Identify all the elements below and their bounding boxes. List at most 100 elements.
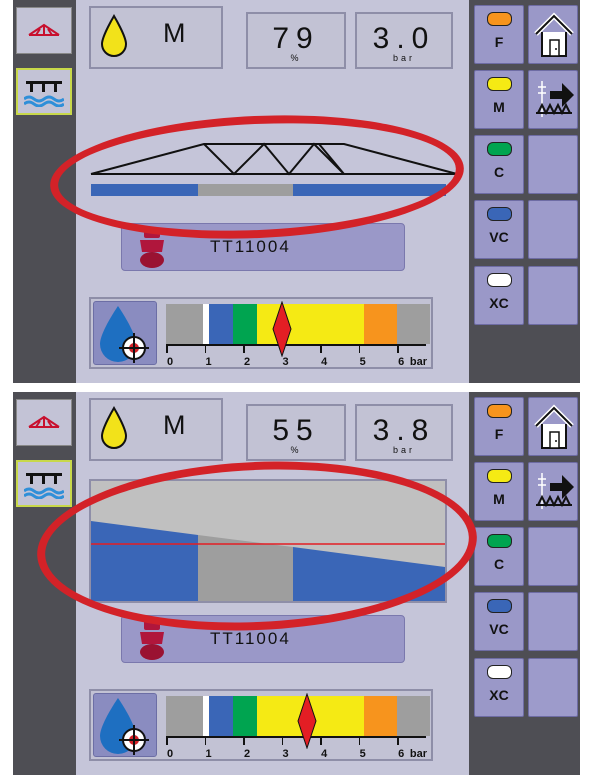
droplet-icon xyxy=(100,406,128,449)
class-f-color-swatch xyxy=(487,12,512,26)
scale-tick-label: 2 xyxy=(244,356,251,368)
boom-section-center[interactable] xyxy=(198,184,293,196)
pressure-target-button[interactable] xyxy=(93,693,157,757)
scale-tick-label: 1 xyxy=(205,356,212,368)
empty-button[interactable] xyxy=(528,200,578,259)
right-button-panel: F M C VC XC xyxy=(472,0,580,383)
pressure-box: 3.0 bar xyxy=(355,12,453,69)
pressure-zone xyxy=(364,696,398,736)
right-button-panel: F M C VC XC xyxy=(472,392,580,775)
nozzle-name: TT11004 xyxy=(210,629,291,648)
scale-tick-label: 5 xyxy=(359,748,366,760)
coverage-sections xyxy=(91,521,445,601)
rate-mode-box[interactable]: M xyxy=(89,6,223,69)
screen-boom-view: M 79 % 3.0 bar TT11004 0 1 2 3 4 5 6 bar… xyxy=(13,0,580,383)
nozzle-class-m-button[interactable]: M xyxy=(474,70,524,129)
nozzle-selector-button[interactable]: TT11004 xyxy=(121,223,405,271)
nozzle-class-vc-button[interactable]: VC xyxy=(474,592,524,651)
nozzle-class-c-button[interactable]: C xyxy=(474,135,524,194)
scale-tick-mark xyxy=(243,736,245,745)
scale-tick-mark xyxy=(397,344,399,353)
nozzle-class-vc-button[interactable]: VC xyxy=(474,200,524,259)
scale-tick-mark xyxy=(320,344,322,353)
nozzle-spray-button[interactable] xyxy=(16,460,72,507)
empty-button[interactable] xyxy=(528,266,578,325)
empty-button[interactable] xyxy=(528,658,578,717)
rate-mode-label: M xyxy=(163,410,186,440)
class-vc-color-swatch xyxy=(487,207,512,221)
empty-button[interactable] xyxy=(528,527,578,586)
boom-outline-button[interactable] xyxy=(16,7,72,54)
spray-nozzles-icon xyxy=(24,80,64,107)
nozzle-class-xc-button[interactable]: XC xyxy=(474,658,524,717)
empty-button[interactable] xyxy=(528,135,578,194)
rate-percent-unit: % xyxy=(290,53,302,63)
class-f-color-swatch xyxy=(487,404,512,418)
scale-tick-label: 0 xyxy=(166,748,174,760)
pressure-zone xyxy=(209,696,234,736)
scale-unit-label: bar xyxy=(409,748,427,760)
class-f-label: F xyxy=(494,426,504,442)
scale-tick-mark xyxy=(204,344,207,353)
scale-tick-mark xyxy=(166,736,168,745)
home-button[interactable] xyxy=(528,397,578,456)
scale-tick-mark xyxy=(320,736,322,745)
pressure-target-button[interactable] xyxy=(93,301,157,365)
pressure-zone xyxy=(397,304,430,344)
scale-unit-label: bar xyxy=(409,356,427,368)
home-icon xyxy=(534,404,574,449)
pressure-scale-panel: 0 1 2 3 4 5 6 bar xyxy=(89,297,433,369)
scale-tick-mark xyxy=(358,736,361,745)
class-c-color-swatch xyxy=(487,534,512,548)
class-c-label: C xyxy=(493,164,505,180)
pressure-zone xyxy=(233,304,257,344)
scale-tick-mark xyxy=(397,736,399,745)
screen-coverage-view: M 55 % 3.8 bar TT11004 0 1 2 3 4 5 6 bar… xyxy=(13,392,580,775)
class-m-color-swatch xyxy=(487,77,512,91)
boom-outline-button[interactable] xyxy=(16,399,72,446)
scale-tick-label: 3 xyxy=(282,748,289,760)
empty-button[interactable] xyxy=(528,592,578,651)
nozzle-class-c-button[interactable]: C xyxy=(474,527,524,586)
boom-section-left[interactable] xyxy=(91,184,198,196)
pressure-scale-bar: 0 1 2 3 4 5 6 bar xyxy=(162,691,432,761)
home-icon xyxy=(534,12,574,57)
rate-percent-value: 55 xyxy=(272,414,320,447)
boom-outline-icon xyxy=(28,415,60,428)
boom-section-right[interactable] xyxy=(293,184,446,196)
nozzle-class-m-button[interactable]: M xyxy=(474,462,524,521)
scale-tick-label: 0 xyxy=(166,356,174,368)
pressure-unit: bar xyxy=(392,445,415,455)
scale-tick-label: 6 xyxy=(398,356,405,368)
class-vc-label: VC xyxy=(489,621,509,637)
main-panel: M 55 % 3.8 bar TT11004 0 1 2 3 4 5 6 bar xyxy=(76,392,469,775)
class-xc-color-swatch xyxy=(487,665,512,679)
nozzle-class-f-button[interactable]: F xyxy=(474,397,524,456)
boom-advance-button[interactable] xyxy=(528,462,578,521)
pressure-scale-panel: 0 1 2 3 4 5 6 bar xyxy=(89,689,433,761)
nozzle-spray-button[interactable] xyxy=(16,68,72,115)
nozzle-tip-icon xyxy=(140,620,164,660)
scale-tick-mark xyxy=(166,344,168,353)
class-vc-label: VC xyxy=(489,229,509,245)
scale-tick-label: 6 xyxy=(398,748,405,760)
pressure-zone xyxy=(166,304,203,344)
coverage-graph xyxy=(89,479,447,603)
scale-tick-mark xyxy=(358,344,361,353)
rate-mode-box[interactable]: M xyxy=(89,398,223,461)
rate-percent-box: 79 % xyxy=(246,12,346,69)
boom-arrow-icon xyxy=(536,81,574,117)
rate-mode-label: M xyxy=(163,18,186,48)
pressure-scale-bar: 0 1 2 3 4 5 6 bar xyxy=(162,299,432,369)
nozzle-class-xc-button[interactable]: XC xyxy=(474,266,524,325)
nozzle-class-f-button[interactable]: F xyxy=(474,5,524,64)
home-button[interactable] xyxy=(528,5,578,64)
nozzle-name: TT11004 xyxy=(210,237,291,256)
pressure-zone xyxy=(364,304,398,344)
rate-percent-box: 55 % xyxy=(246,404,346,461)
nozzle-selector-button[interactable]: TT11004 xyxy=(121,615,405,663)
scale-tick-mark xyxy=(204,736,207,745)
class-xc-label: XC xyxy=(489,687,509,703)
boom-advance-button[interactable] xyxy=(528,70,578,129)
class-xc-label: XC xyxy=(489,295,509,311)
